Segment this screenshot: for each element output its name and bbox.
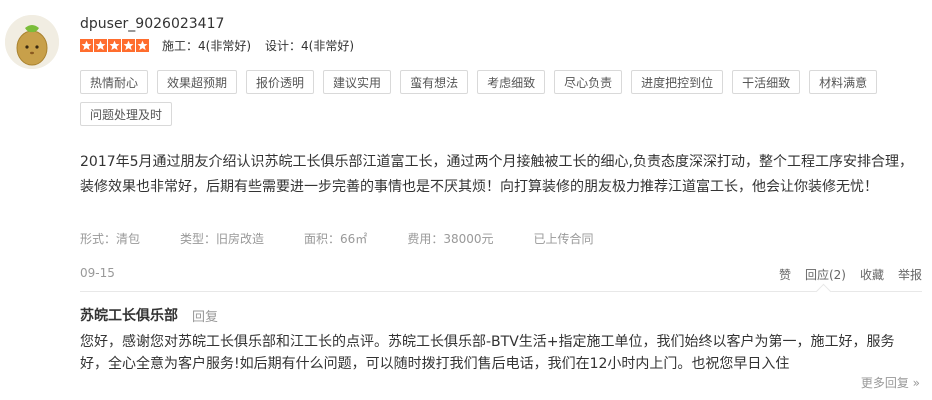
rating-design: 设计：4(非常好) <box>265 39 354 53</box>
review-date: 09-15 <box>80 266 115 280</box>
star-icon <box>122 39 135 52</box>
tag-item[interactable]: 干活细致 <box>732 70 801 94</box>
tag-item[interactable]: 进度把控到位 <box>631 70 724 94</box>
tag-item[interactable]: 建议实用 <box>323 70 392 94</box>
tag-item[interactable]: 尽心负责 <box>554 70 623 94</box>
tag-item[interactable]: 考虑细致 <box>477 70 546 94</box>
tag-item[interactable]: 蛮有想法 <box>400 70 469 94</box>
tag-item[interactable]: 热情耐心 <box>80 70 149 94</box>
reply-toggle-button[interactable]: 回应(2) <box>805 266 846 283</box>
reply-header: 苏皖工长俱乐部 回复 <box>80 305 218 325</box>
tag-list: 热情耐心 效果超预期 报价透明 建议实用 蛮有想法 考虑细致 尽心负责 进度把控… <box>80 70 920 134</box>
report-button[interactable]: 举报 <box>898 266 922 283</box>
star-icon <box>94 39 107 52</box>
meta-contract: 已上传合同 <box>533 232 594 246</box>
reply-author[interactable]: 苏皖工长俱乐部 <box>80 305 178 325</box>
avatar[interactable] <box>5 15 59 69</box>
more-replies-link[interactable]: 更多回复 » <box>861 374 920 391</box>
star-rating <box>80 39 150 52</box>
meta-form: 形式：清包 <box>80 232 141 246</box>
meta-type: 类型：旧房改造 <box>180 232 265 246</box>
star-icon <box>108 39 121 52</box>
tag-item[interactable]: 报价透明 <box>246 70 315 94</box>
reply-button[interactable]: 回复 <box>192 306 218 325</box>
rating-construction: 施工：4(非常好) <box>162 39 251 53</box>
meta-cost: 费用：38000元 <box>407 232 494 246</box>
tag-item[interactable]: 材料满意 <box>809 70 878 94</box>
rating-row: 施工：4(非常好) 设计：4(非常好) <box>80 37 368 54</box>
review-actions: 赞 回应(2) 收藏 举报 <box>765 266 922 283</box>
star-icon <box>80 39 93 52</box>
reply-text: 您好，感谢您对苏皖工长俱乐部和江工长的点评。苏皖工长俱乐部-BTV生活+指定施工… <box>80 334 895 372</box>
review-meta: 形式：清包 类型：旧房改造 面积：66㎡ 费用：38000元 已上传合同 <box>80 230 634 247</box>
tag-item[interactable]: 问题处理及时 <box>80 102 173 126</box>
like-button[interactable]: 赞 <box>779 266 791 283</box>
review-text: 2017年5月通过朋友介绍认识苏皖工长俱乐部江道富工长，通过两个月接触被工长的细… <box>80 154 913 195</box>
favorite-button[interactable]: 收藏 <box>860 266 884 283</box>
reply-divider <box>80 291 922 292</box>
reply-pointer <box>815 283 832 300</box>
tag-item[interactable]: 效果超预期 <box>157 70 238 94</box>
username[interactable]: dpuser_9026023417 <box>80 16 224 32</box>
meta-area: 面积：66㎡ <box>304 232 368 246</box>
star-icon <box>136 39 149 52</box>
